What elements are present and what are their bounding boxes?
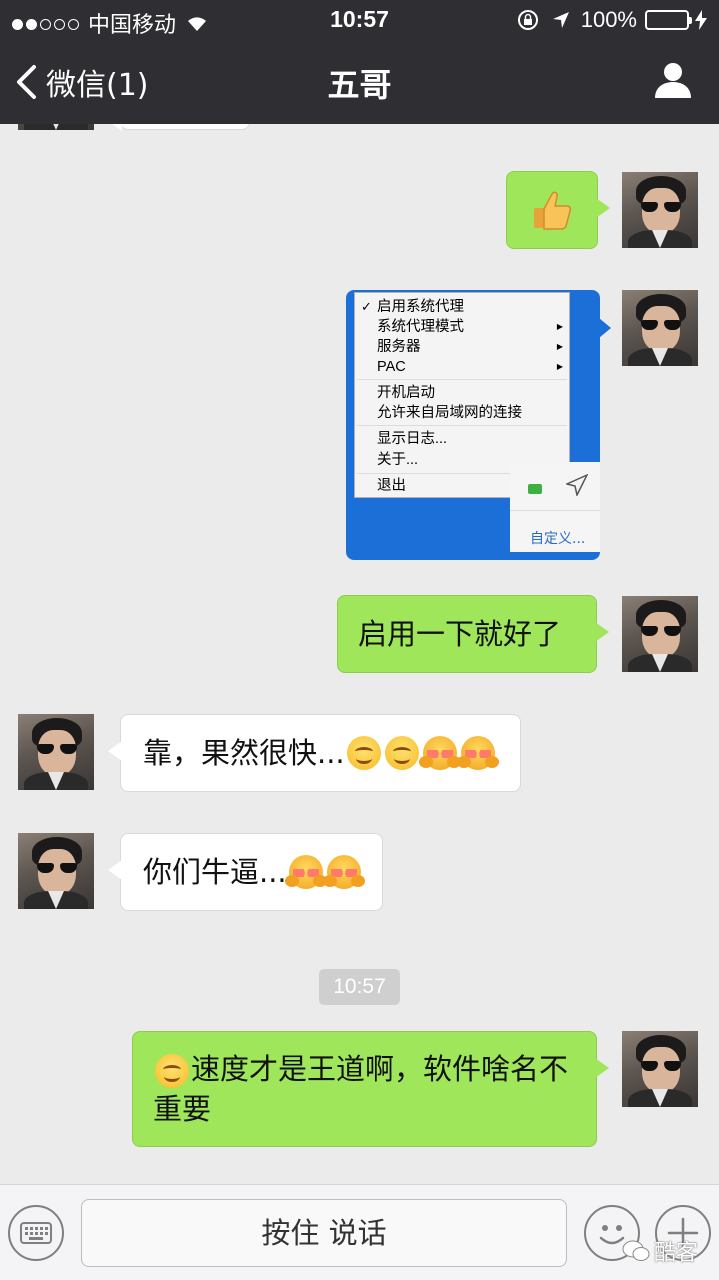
my-avatar[interactable]	[622, 290, 698, 366]
message-bubble-sent[interactable]: 速度才是王道啊，软件啥名不重要	[132, 1031, 609, 1147]
message-bubble-sent[interactable]	[506, 171, 610, 249]
rotation-lock-icon	[517, 10, 538, 30]
smile-emoji-icon	[346, 736, 381, 770]
giggle-emoji-icon	[284, 855, 323, 889]
chat-area[interactable]: ✓ 启用系统代理 系统代理模式 ▶ 服务器 ▶ PAC ▶ 开机启动 允许来自局…	[0, 124, 719, 1184]
menu-item-allow-lan: 允许来自局域网的连接	[377, 405, 522, 421]
message-text: 启用一下就好了	[358, 617, 562, 651]
menu-item-show-log: 显示日志...	[377, 431, 448, 447]
watermark-text: 酷客	[654, 1241, 699, 1266]
contact-avatar[interactable]	[18, 714, 94, 790]
smile-emoji-icon	[155, 1054, 189, 1088]
message-timestamp: 10:57	[319, 969, 400, 1005]
nav-bar: 微信(1) 五哥	[0, 40, 719, 124]
location-arrow-icon	[552, 12, 569, 28]
my-avatar[interactable]	[622, 1031, 698, 1107]
watermark: 酷客	[622, 1235, 698, 1267]
my-avatar[interactable]	[622, 596, 698, 672]
back-label: 微信(1)	[46, 68, 149, 103]
message-bubble-sent[interactable]: 启用一下就好了	[337, 595, 609, 673]
menu-item-pac: PAC	[377, 359, 406, 375]
tray-customize-link: 自定义...	[530, 531, 586, 547]
menu-separator	[357, 425, 567, 426]
message-text: 靠，果然很快...	[143, 736, 345, 770]
submenu-arrow-icon: ▶	[556, 362, 563, 371]
tray-shield-icon	[528, 484, 542, 494]
checkmark-icon: ✓	[361, 299, 372, 314]
message-bubble-received[interactable]: 靠，果然很快...	[108, 714, 521, 792]
my-avatar[interactable]	[622, 172, 698, 248]
chevron-left-icon	[17, 65, 36, 99]
input-bar: 按住 说话 酷客	[0, 1184, 719, 1280]
image-bubble-tail	[599, 318, 611, 338]
menu-item-autostart: 开机启动	[377, 385, 435, 401]
submenu-arrow-icon: ▶	[556, 322, 563, 331]
menu-item-servers: 服务器	[377, 339, 421, 355]
battery-icon	[645, 10, 692, 30]
hold-to-talk-button[interactable]: 按住 说话	[81, 1199, 567, 1267]
status-bar: 中国移动 10:57 100%	[0, 0, 719, 40]
profile-icon[interactable]	[653, 60, 693, 100]
message-bubble-received[interactable]: 你们牛逼...	[108, 833, 383, 911]
keyboard-toggle-button[interactable]	[8, 1205, 64, 1261]
menu-item-about: 关于...	[377, 452, 419, 468]
menu-separator	[357, 379, 567, 380]
image-message-screenshot[interactable]: ✓ 启用系统代理 系统代理模式 ▶ 服务器 ▶ PAC ▶ 开机启动 允许来自局…	[346, 290, 600, 560]
charging-bolt-icon	[695, 10, 707, 30]
contact-avatar[interactable]	[18, 124, 94, 130]
thumbs-up-icon	[534, 191, 572, 230]
message-text: 你们牛逼...	[143, 855, 287, 889]
smile-emoji-icon	[384, 736, 419, 770]
send-arrow-icon	[566, 474, 588, 496]
back-button[interactable]: 微信(1)	[14, 60, 149, 104]
status-right: 100%	[517, 7, 707, 33]
menu-item-proxy-mode: 系统代理模式	[377, 319, 464, 335]
tray-panel: 自定义...	[510, 462, 600, 552]
giggle-emoji-icon	[418, 736, 457, 770]
menu-item-enable-proxy: 启用系统代理	[377, 299, 464, 315]
message-text: 速度才是王道啊，软件啥名不重要	[153, 1052, 569, 1126]
battery-percent: 100%	[580, 7, 637, 32]
contact-avatar[interactable]	[18, 833, 94, 909]
submenu-arrow-icon: ▶	[556, 342, 563, 351]
message-bubble-received-partial[interactable]	[108, 124, 250, 131]
giggle-emoji-icon	[456, 736, 495, 770]
menu-item-quit: 退出	[377, 478, 406, 494]
giggle-emoji-icon	[322, 855, 361, 889]
keyboard-icon	[20, 1222, 52, 1244]
wechat-logo-icon	[622, 1240, 650, 1261]
